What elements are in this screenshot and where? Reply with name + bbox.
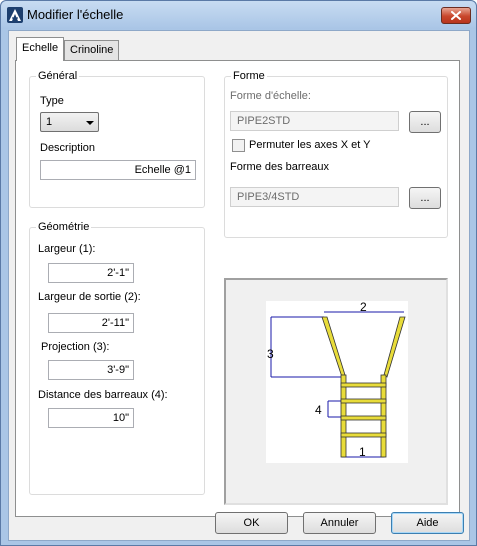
- general-group: Général Type 1 Description Echelle @1: [29, 70, 205, 208]
- type-dropdown[interactable]: 1: [40, 112, 99, 132]
- browse-forme-barreaux-button[interactable]: ...: [409, 187, 441, 209]
- largeur-sortie-label: Largeur de sortie (2):: [38, 291, 141, 303]
- largeur-input[interactable]: 2'-1": [48, 263, 134, 283]
- tab-echelle[interactable]: Echelle: [16, 37, 65, 61]
- title-bar[interactable]: Modifier l'échelle: [1, 1, 476, 29]
- permuter-checkbox[interactable]: [232, 139, 245, 152]
- preview-label-3: 3: [267, 347, 274, 361]
- dialog-window: Modifier l'échelle Echelle Crinoline Gén…: [0, 0, 477, 546]
- preview-label-2: 2: [360, 301, 367, 314]
- group-title: Forme: [231, 70, 267, 82]
- projection-input[interactable]: 3'-9": [48, 360, 134, 380]
- close-icon: [451, 11, 461, 20]
- tab-label: Echelle: [22, 42, 59, 54]
- group-title: Géométrie: [36, 221, 92, 233]
- description-label: Description: [40, 142, 96, 154]
- description-input[interactable]: Echelle @1: [40, 160, 196, 180]
- chevron-down-icon: [86, 121, 94, 125]
- window-title: Modifier l'échelle: [27, 7, 124, 22]
- dialog-client-area: Echelle Crinoline Général Type 1 Descrip…: [8, 30, 470, 541]
- preview-label-1: 1: [359, 445, 366, 459]
- ok-button[interactable]: OK: [215, 512, 288, 534]
- tab-panel: Général Type 1 Description Echelle @1 Fo…: [15, 60, 460, 517]
- permuter-label: Permuter les axes X et Y: [249, 139, 371, 151]
- forme-barreaux-input[interactable]: PIPE3/4STD: [230, 187, 399, 207]
- browse-forme-echelle-button[interactable]: ...: [409, 111, 441, 133]
- tab-label: Crinoline: [70, 44, 114, 56]
- type-label: Type: [40, 95, 64, 107]
- largeur-sortie-input[interactable]: 2'-11": [48, 313, 134, 333]
- projection-label: Projection (3):: [41, 341, 110, 353]
- help-button[interactable]: Aide: [391, 512, 464, 534]
- tab-crinoline[interactable]: Crinoline: [64, 40, 120, 60]
- group-title: Général: [36, 70, 80, 82]
- forme-barreaux-label: Forme des barreaux: [230, 161, 330, 173]
- distance-barreaux-label: Distance des barreaux (4):: [38, 389, 168, 401]
- distance-barreaux-input[interactable]: 10": [48, 408, 134, 428]
- geometrie-group: Géométrie Largeur (1): 2'-1" Largeur de …: [29, 221, 205, 495]
- ladder-preview: 2 3 4 1: [224, 278, 448, 505]
- forme-echelle-label: Forme d'échelle:: [230, 90, 311, 102]
- forme-echelle-input[interactable]: PIPE2STD: [230, 111, 399, 131]
- forme-group: Forme Forme d'échelle: PIPE2STD ... Perm…: [224, 70, 448, 238]
- preview-label-4: 4: [315, 403, 322, 417]
- ladder-diagram: 2 3 4 1: [266, 301, 408, 463]
- cancel-button[interactable]: Annuler: [303, 512, 376, 534]
- close-button[interactable]: [441, 7, 471, 24]
- autocad-logo-icon: [7, 7, 23, 23]
- type-value: 1: [46, 116, 53, 128]
- largeur-label: Largeur (1):: [38, 243, 96, 255]
